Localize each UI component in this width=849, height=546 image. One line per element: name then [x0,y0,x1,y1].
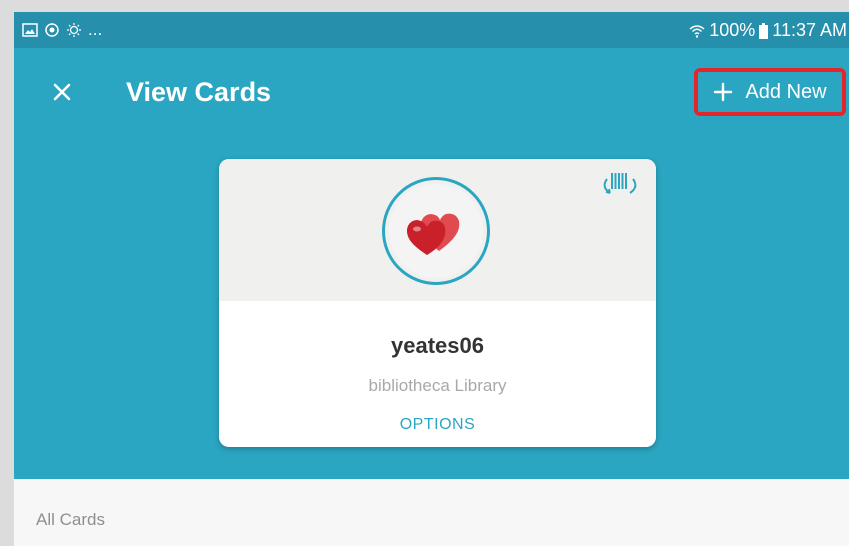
card-options-button[interactable]: OPTIONS [219,416,656,434]
card-username: yeates06 [391,333,484,358]
add-new-label: Add New [745,80,827,103]
library-card: yeates06 bibliotheca Library OPTIONS [219,159,656,447]
avatar-inner [389,184,483,278]
sync-icon [45,23,59,37]
brightness-icon [67,23,81,37]
app-bar: View Cards Add New [14,48,849,148]
page-title: View Cards [126,77,272,107]
card-header [219,159,656,301]
plus-icon [714,82,733,102]
app-window: ... 100% 11:37 AM View Cards Add New yea… [14,12,849,546]
add-new-button[interactable]: Add New [694,68,846,116]
avatar [382,177,490,285]
status-ellipsis: ... [88,20,103,39]
close-icon[interactable] [48,78,76,106]
status-bar: ... 100% 11:37 AM [14,12,849,48]
wifi-icon [689,24,705,38]
all-cards-section: All Cards [14,479,849,546]
battery-icon [759,22,769,39]
status-right: 100% 11:37 AM [689,20,847,41]
section-label: All Cards [36,510,105,529]
hearts-icon [407,213,460,255]
image-icon [22,23,38,37]
barcode-scan-icon[interactable] [598,169,642,199]
card-library-name: bibliotheca Library [368,376,507,395]
battery-percent: 100% [709,20,756,40]
clock: 11:37 AM [772,20,847,40]
status-left: ... [22,20,102,40]
